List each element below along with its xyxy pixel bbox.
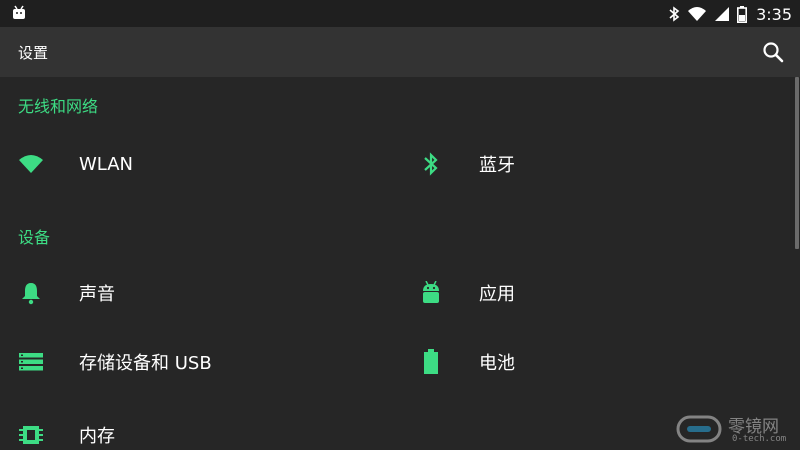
setting-item-bluetooth[interactable]: 蓝牙 <box>418 144 778 184</box>
bell-icon <box>18 280 44 306</box>
memory-icon <box>18 422 44 448</box>
clock: 3:35 <box>756 4 792 24</box>
signal-icon <box>715 7 730 21</box>
settings-list: 无线和网络 WLAN 蓝牙 设备 声音 应用 存储设备和 USB 电池 内存 <box>0 77 800 450</box>
setting-item-label: 内存 <box>79 426 115 447</box>
battery-icon <box>737 5 748 23</box>
setting-item-storage[interactable]: 存储设备和 USB <box>18 342 378 382</box>
watermark-url: 0-tech.com <box>732 434 787 444</box>
wifi-icon <box>688 7 707 21</box>
setting-item-label: 声音 <box>79 284 115 305</box>
setting-item-sound[interactable]: 声音 <box>18 273 378 313</box>
android-icon <box>418 280 444 306</box>
setting-item-memory[interactable]: 内存 <box>18 415 378 450</box>
wifi-icon <box>18 151 44 177</box>
storage-icon <box>18 349 44 375</box>
setting-item-battery[interactable]: 电池 <box>418 342 778 382</box>
bluetooth-icon <box>669 6 680 22</box>
setting-item-label: 应用 <box>479 284 515 305</box>
setting-item-wlan[interactable]: WLAN <box>18 144 378 184</box>
setting-item-label: 蓝牙 <box>479 155 515 176</box>
bluetooth-icon <box>418 151 444 177</box>
search-icon[interactable] <box>762 41 784 63</box>
section-header-device: 设备 <box>18 228 51 247</box>
toolbar: 设置 <box>0 27 800 77</box>
battery-icon <box>418 349 444 375</box>
status-bar: 3:35 <box>0 0 800 27</box>
setting-item-label: 存储设备和 USB <box>79 353 212 374</box>
watermark-logo-icon <box>676 415 722 443</box>
setting-item-apps[interactable]: 应用 <box>418 273 778 313</box>
section-header-wireless: 无线和网络 <box>18 97 99 116</box>
android-debug-icon <box>13 5 25 19</box>
setting-item-label: 电池 <box>479 353 515 374</box>
watermark: 零镜网 0-tech.com <box>676 412 796 448</box>
setting-item-label: WLAN <box>79 153 134 175</box>
status-icons: 3:35 <box>668 3 792 25</box>
scrollbar[interactable] <box>795 77 799 249</box>
page-title: 设置 <box>18 44 49 62</box>
